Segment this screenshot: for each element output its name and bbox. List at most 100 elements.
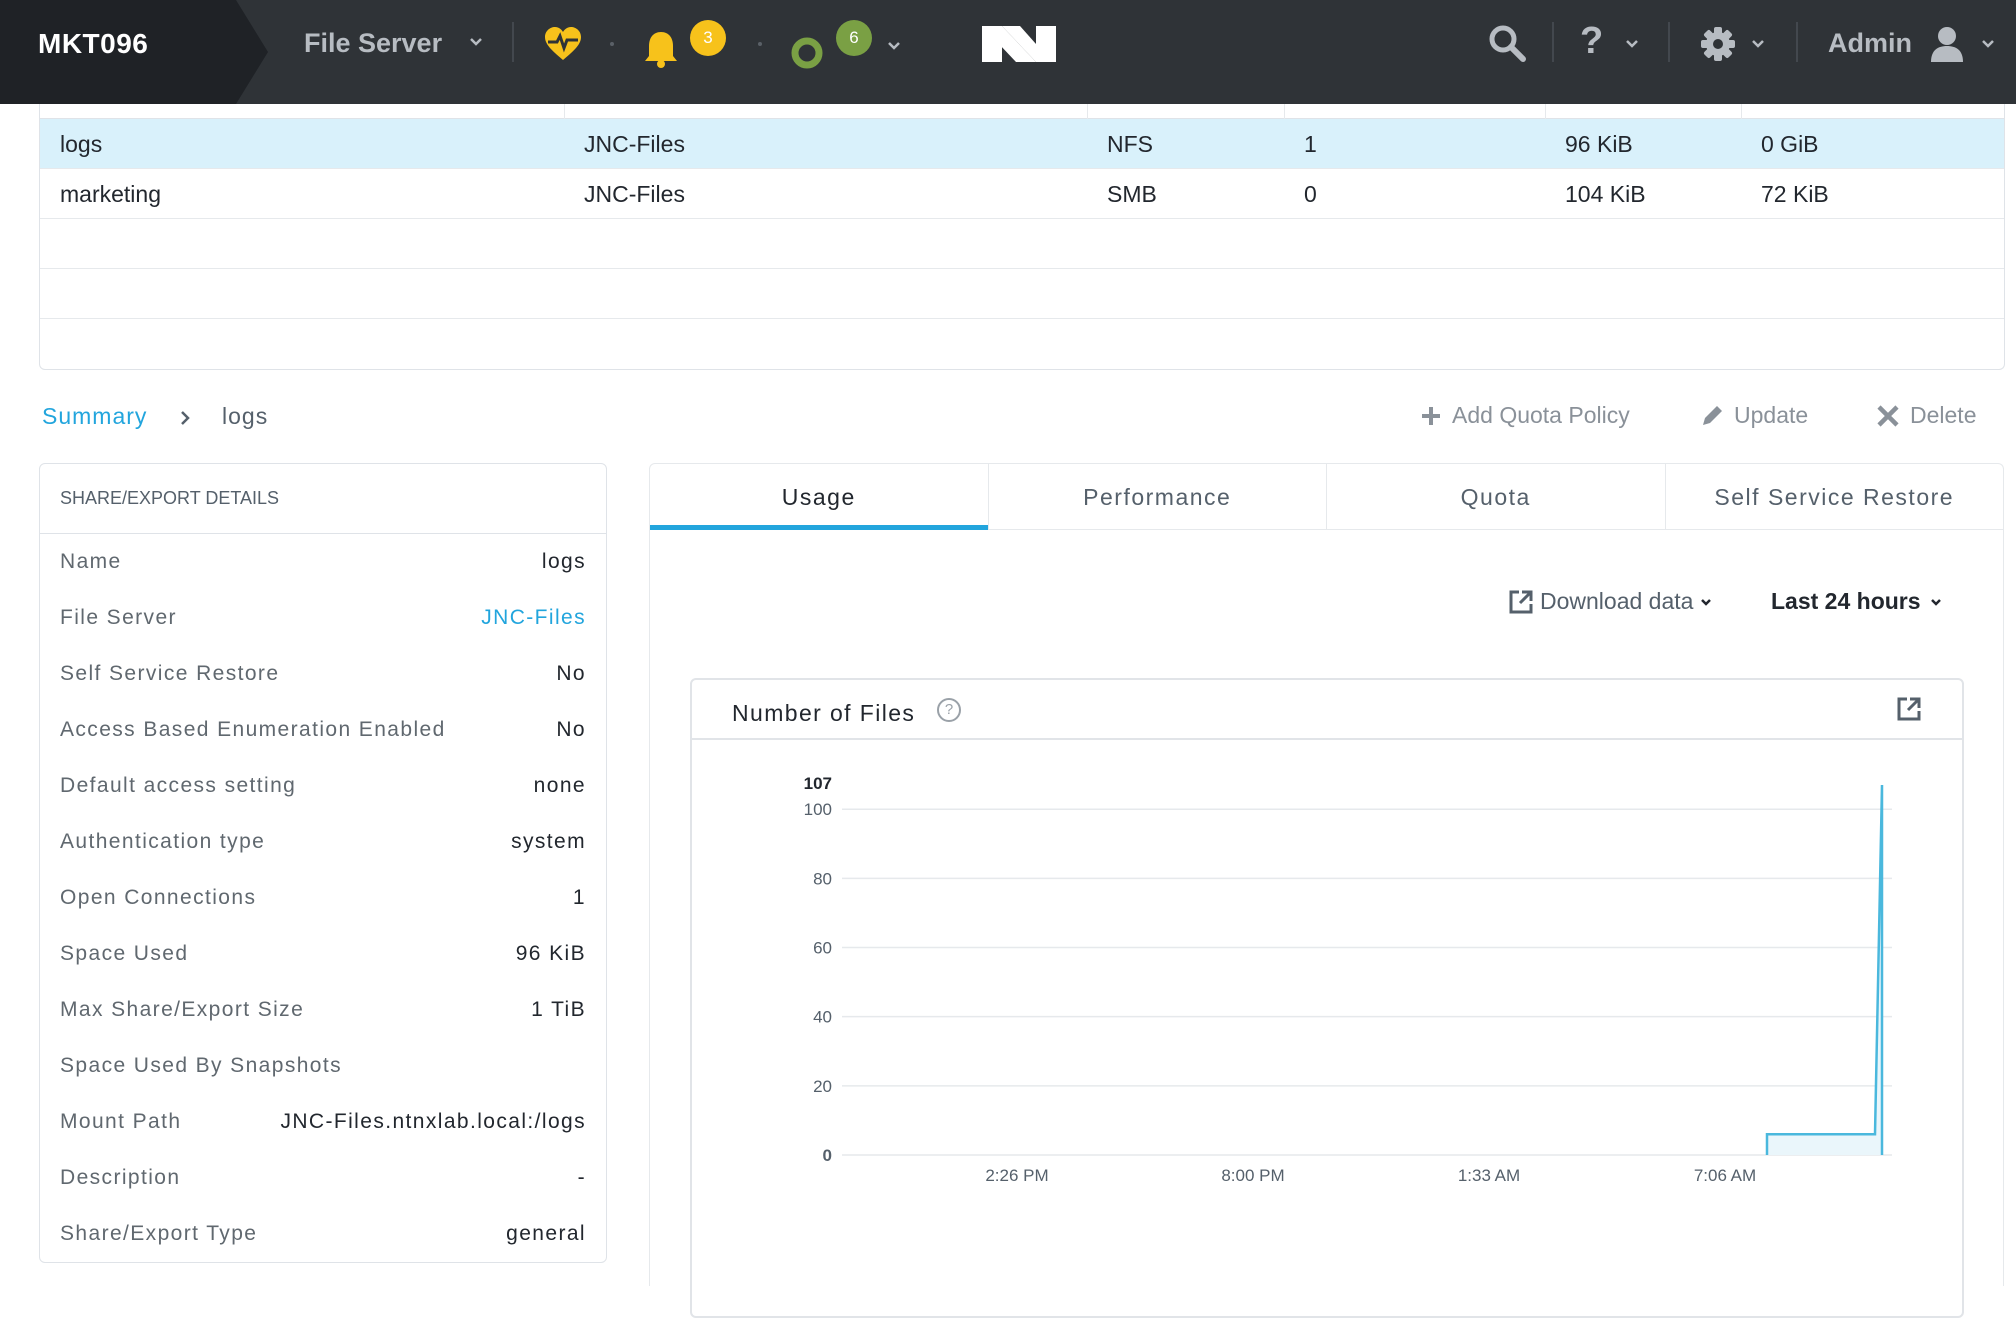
add-quota-policy-button[interactable]: Add Quota Policy [1420, 402, 1630, 429]
nutanix-logo-icon [982, 26, 1056, 62]
close-x-icon [1877, 404, 1899, 427]
detail-row-space-used: Space Used 96 KiB [60, 942, 586, 965]
cell-snapshot-space: 72 KiB [1761, 181, 1829, 207]
cell-file-server: JNC-Files [584, 181, 685, 207]
help-chevron-down-icon[interactable] [1624, 36, 1640, 52]
divider [1552, 22, 1554, 62]
detail-row-snapshot-space: Space Used By Snapshots [60, 1054, 343, 1077]
cluster-name[interactable]: MKT096 [0, 0, 268, 104]
separator-dot [758, 42, 762, 46]
tab-self-service-restore[interactable]: Self Service Restore [1666, 464, 2004, 529]
settings-chevron-down-icon[interactable] [1750, 36, 1766, 52]
tab-usage[interactable]: Usage [650, 464, 989, 530]
tasks-chevron-down-icon[interactable] [886, 38, 902, 54]
tab-quota[interactable]: Quota [1327, 464, 1666, 529]
cell-name: logs [60, 131, 103, 157]
cluster-name-label: MKT096 [38, 28, 149, 59]
file-server-link[interactable]: JNC-Files [481, 606, 586, 630]
tasks-count-badge[interactable]: 6 [836, 20, 872, 56]
pencil-icon [1703, 405, 1722, 425]
user-chevron-down-icon[interactable] [1980, 36, 1996, 52]
alerts-bell-icon[interactable] [643, 30, 679, 68]
x-tick-label: 8:00 PM [1221, 1166, 1284, 1185]
cell-connections: 0 [1304, 181, 1317, 207]
detail-row-max-size: Max Share/Export Size 1 TiB [60, 998, 586, 1021]
help-circle-icon[interactable]: ? [937, 698, 961, 722]
delete-label: Delete [1910, 402, 1977, 428]
chart-header: Number of Files ? [692, 680, 1962, 740]
metrics-tabs: Usage Performance Quota Self Service Res… [650, 464, 2003, 530]
cell-protocol: SMB [1107, 181, 1157, 207]
detail-row-abe: Access Based Enumeration Enabled No [60, 718, 586, 741]
share-details-panel: SHARE/EXPORT DETAILS Name logs File Serve… [39, 463, 607, 1263]
files-area-chart: 0 20 40 60 80 100 107 2:26 PM 8:00 PM 1:33 AM 7:06… [804, 774, 1892, 1185]
expand-chart-icon[interactable] [1896, 696, 1922, 722]
table-row-empty [40, 269, 2004, 319]
table-row-empty [40, 319, 2004, 369]
user-name[interactable]: Admin [1828, 28, 1912, 59]
cell-snapshot-space: 0 GiB [1761, 131, 1819, 157]
update-label: Update [1734, 402, 1809, 428]
chevron-down-icon [1930, 598, 1941, 606]
separator-dot [610, 42, 614, 46]
detail-row-share-type: Share/Export Type general [60, 1222, 586, 1245]
cell-connections: 1 [1304, 131, 1317, 157]
time-range-selector[interactable]: Last 24 hours [1771, 588, 1943, 615]
tab-performance[interactable]: Performance [989, 464, 1327, 529]
divider [1668, 22, 1670, 62]
table-row-marketing[interactable]: marketing JNC-Files SMB 0 104 KiB 72 KiB [40, 169, 2004, 219]
y-tick-label: 40 [813, 1008, 832, 1027]
cell-space-used: 104 KiB [1565, 181, 1646, 207]
health-heart-icon[interactable] [543, 26, 583, 62]
details-panel-title: SHARE/EXPORT DETAILS [40, 464, 606, 534]
breadcrumb-current: logs [222, 403, 269, 429]
table-row-logs[interactable]: logs JNC-Files NFS 1 96 KiB 0 GiB [40, 119, 2004, 169]
cell-space-used: 96 KiB [1565, 131, 1633, 157]
detail-row-name: Name logs [60, 550, 586, 573]
cell-protocol: NFS [1107, 131, 1153, 157]
time-range-label: Last 24 hours [1771, 588, 1921, 614]
download-data-button[interactable]: Download data [1508, 588, 1713, 615]
series-area [1767, 785, 1882, 1155]
y-max-label: 107 [804, 774, 832, 793]
cell-file-server: JNC-Files [584, 131, 685, 157]
delete-button[interactable]: Delete [1876, 402, 1976, 429]
detail-row-default-access: Default access setting none [60, 774, 586, 797]
y-tick-label: 0 [823, 1146, 832, 1165]
y-tick-label: 80 [813, 869, 832, 888]
tasks-ring-icon[interactable] [790, 36, 824, 70]
download-data-label: Download data [1540, 588, 1694, 614]
chart-title: Number of Files [732, 700, 916, 726]
x-tick-label: 7:06 AM [1694, 1166, 1756, 1185]
y-tick-label: 60 [813, 939, 832, 958]
chevron-down-icon [1701, 598, 1712, 606]
breadcrumb-chevron-right-icon [181, 411, 190, 425]
cell-name: marketing [60, 181, 161, 207]
plus-icon [1422, 406, 1440, 425]
search-icon[interactable] [1488, 24, 1526, 62]
detail-row-auth-type: Authentication type system [60, 830, 586, 853]
top-navigation-bar: MKT096 File Server 3 6 ? Admin [0, 0, 2016, 104]
detail-row-open-connections: Open Connections 1 [60, 886, 586, 909]
table-row-empty [40, 219, 2004, 269]
table-header [40, 104, 2004, 119]
module-chevron-down-icon[interactable] [468, 34, 484, 50]
breadcrumb-summary-link[interactable]: Summary [42, 403, 147, 430]
detail-row-self-service-restore: Self Service Restore No [60, 662, 586, 685]
update-button[interactable]: Update [1700, 402, 1808, 429]
settings-gear-icon[interactable] [1700, 26, 1736, 62]
module-selector[interactable]: File Server [304, 28, 442, 59]
external-link-icon [1509, 590, 1533, 613]
share-metrics-panel: Usage Performance Quota Self Service Res… [649, 463, 2004, 1318]
detail-row-description: Description - [60, 1166, 586, 1189]
help-icon[interactable]: ? [1580, 20, 1603, 63]
x-tick-label: 1:33 AM [1458, 1166, 1520, 1185]
number-of-files-chart-card: Number of Files ? 0 20 40 60 80 100 107 2:26 PM… [690, 678, 1964, 1318]
shares-table: logs JNC-Files NFS 1 96 KiB 0 GiB market… [39, 104, 2005, 370]
y-tick-label: 100 [804, 800, 832, 819]
detail-row-file-server: File Server JNC-Files [60, 606, 586, 630]
divider [1796, 22, 1798, 62]
alerts-count-badge[interactable]: 3 [690, 20, 726, 56]
y-tick-label: 20 [813, 1077, 832, 1096]
user-avatar-icon[interactable] [1930, 26, 1964, 62]
